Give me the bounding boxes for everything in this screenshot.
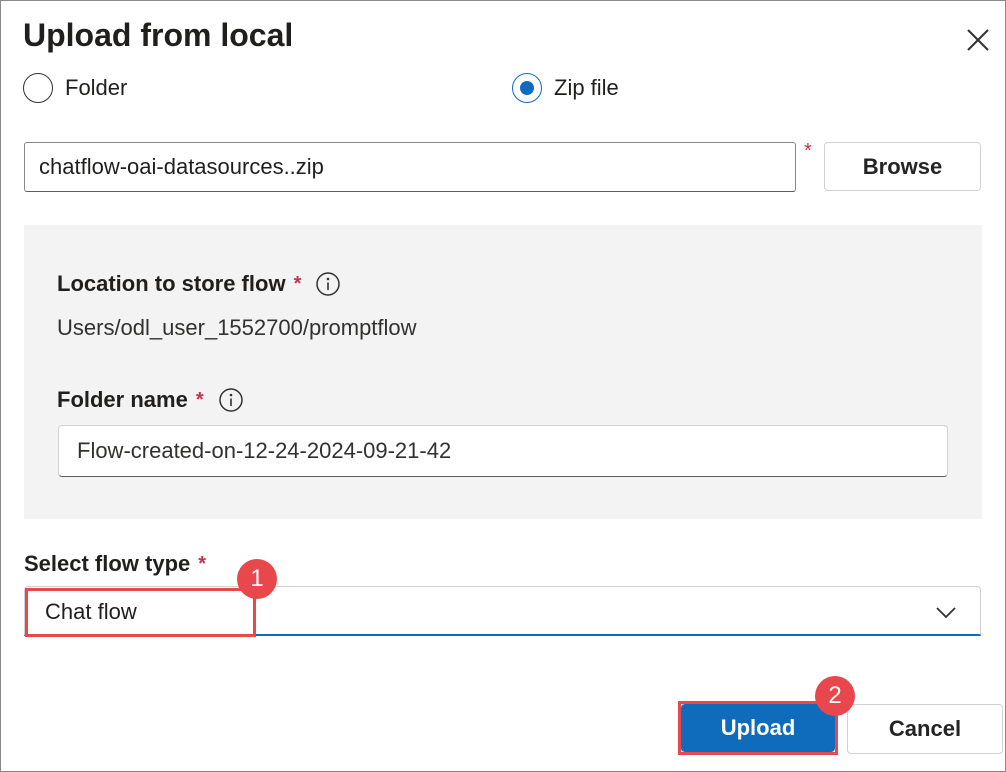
flow-type-label: Select flow type [24, 551, 191, 576]
chevron-down-icon [936, 607, 956, 619]
location-value: Users/odl_user_1552700/promptflow [57, 315, 417, 340]
radio-zip-file[interactable]: Zip file [512, 73, 619, 103]
upload-button[interactable]: Upload [681, 704, 835, 752]
info-icon[interactable] [218, 387, 244, 413]
close-icon [967, 29, 989, 51]
zip-file-input[interactable]: chatflow-oai-datasources..zip [24, 142, 796, 192]
flow-type-selected-value: Chat flow [45, 599, 137, 624]
folder-name-required-marker: * [195, 388, 204, 411]
dialog-title: Upload from local [23, 17, 294, 53]
info-icon[interactable] [315, 271, 341, 297]
folder-name-input[interactable]: Flow-created-on-12-24-2024-09-21-42 [58, 425, 948, 477]
radio-folder-label: Folder [65, 75, 128, 100]
flow-type-label-row: Select flow type * [24, 551, 206, 577]
upload-dialog: Upload from local Folder Zip file chatfl… [0, 0, 1006, 772]
location-label: Location to store flow [57, 271, 286, 296]
radio-zip-file-label: Zip file [554, 75, 619, 100]
location-required-marker: * [293, 272, 302, 295]
location-label-row: Location to store flow * [57, 271, 341, 297]
cancel-button[interactable]: Cancel [847, 704, 1003, 754]
close-button[interactable] [959, 19, 999, 59]
radio-folder[interactable]: Folder [23, 73, 127, 103]
folder-name-label: Folder name [57, 387, 188, 412]
step1-badge: 1 [237, 559, 277, 599]
radio-zip-file-circle[interactable] [512, 73, 542, 103]
radio-folder-circle[interactable] [23, 73, 53, 103]
flow-type-select[interactable]: Chat flow [24, 586, 981, 636]
flow-type-required-marker: * [198, 552, 207, 575]
step2-badge: 2 [815, 676, 855, 716]
folder-name-label-row: Folder name * [57, 387, 244, 413]
zip-file-required-marker: * [804, 140, 812, 162]
flow-settings-panel: Location to store flow * Users/odl_user_… [24, 225, 982, 519]
browse-button[interactable]: Browse [824, 142, 981, 191]
